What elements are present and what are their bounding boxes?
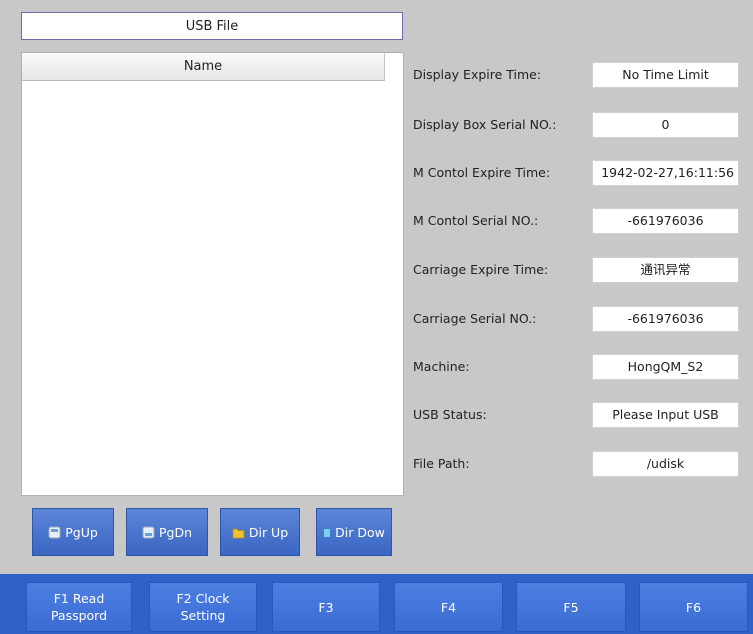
f2-clock-setting-button[interactable]: F2 Clock Setting — [149, 582, 257, 632]
carriage-expire-value: 通讯异常 — [592, 257, 739, 283]
usb-file-title: USB File — [21, 12, 403, 40]
f2-label-line2: Setting — [180, 608, 226, 623]
usb-status-value: Please Input USB — [592, 402, 739, 428]
file-path-label: File Path: — [413, 456, 470, 471]
dir-down-label: Dir Dow — [335, 524, 385, 540]
dir-up-label: Dir Up — [248, 524, 289, 540]
carriage-serial-value: -661976036 — [592, 306, 739, 332]
f4-button[interactable]: F4 — [394, 582, 503, 632]
display-serial-value: 0 — [592, 112, 739, 138]
file-list[interactable]: Name — [21, 52, 404, 496]
f3-button[interactable]: F3 — [272, 582, 380, 632]
pgup-button[interactable]: PgUp — [32, 508, 114, 556]
f6-button[interactable]: F6 — [639, 582, 748, 632]
pgup-label: PgUp — [65, 524, 98, 540]
m-control-expire-text: 1942-02-27,16:11:56 — [601, 165, 734, 180]
machine-value: HongQM_S2 — [592, 354, 739, 380]
display-expire-value: No Time Limit — [592, 62, 739, 88]
pgdn-button[interactable]: PgDn — [126, 508, 208, 556]
page-down-icon — [142, 526, 155, 538]
machine-label: Machine: — [413, 359, 470, 374]
carriage-serial-label: Carriage Serial NO.: — [413, 311, 537, 326]
folder-up-icon — [232, 528, 245, 538]
usb-status-label: USB Status: — [413, 407, 487, 422]
f6-label: F6 — [685, 599, 702, 615]
file-path-value: /udisk — [592, 451, 739, 477]
f4-label: F4 — [440, 599, 457, 615]
f5-label: F5 — [563, 599, 579, 615]
display-serial-label: Display Box Serial NO.: — [413, 117, 557, 132]
name-column-header[interactable]: Name — [22, 53, 385, 81]
f1-label-line2: Passpord — [50, 608, 108, 623]
m-control-expire-label: M Contol Expire Time: — [413, 165, 551, 180]
m-control-expire-value: 1942-02-27,16:11:56 — [592, 160, 739, 186]
dir-down-button[interactable]: Dir Dow — [316, 508, 392, 556]
display-expire-label: Display Expire Time: — [413, 67, 542, 82]
pgdn-label: PgDn — [158, 524, 193, 540]
dir-up-button[interactable]: Dir Up — [220, 508, 300, 556]
f3-label: F3 — [318, 599, 334, 615]
f5-button[interactable]: F5 — [516, 582, 626, 632]
f1-read-password-button[interactable]: F1 Read Passpord — [26, 582, 132, 632]
carriage-expire-label: Carriage Expire Time: — [413, 262, 549, 277]
m-control-serial-label: M Contol Serial NO.: — [413, 213, 539, 228]
f2-label-line1: F2 Clock — [176, 591, 230, 606]
folder-down-icon — [324, 528, 331, 537]
page-up-icon — [48, 526, 61, 538]
m-control-serial-value: -661976036 — [592, 208, 739, 234]
f1-label-line1: F1 Read — [53, 591, 105, 606]
